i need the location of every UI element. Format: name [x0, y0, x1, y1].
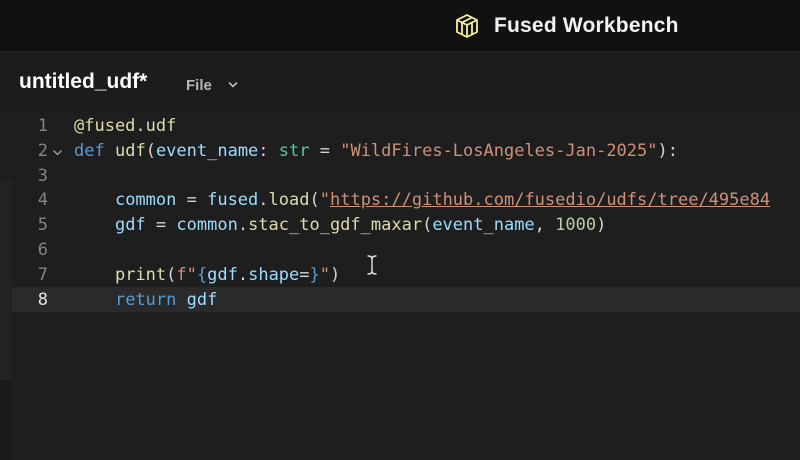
line-number: 4: [37, 190, 48, 211]
code-token: event_name: [155, 140, 259, 161]
line-number: 5: [37, 215, 48, 236]
code-token: udf: [114, 140, 146, 161]
code-token: str: [278, 140, 310, 161]
fused-logo-icon: [456, 14, 478, 38]
code-token: fused: [207, 190, 259, 211]
app-title: Fused Workbench: [494, 14, 679, 37]
line-number: 2: [37, 140, 48, 161]
code-token: gdf: [114, 215, 146, 236]
code-token: ": [319, 264, 331, 285]
code-line[interactable]: 2 def udf(event_name: str = "WildFires-Lo…: [0, 139, 800, 164]
line-number: 3: [37, 165, 48, 186]
code-token[interactable]: https://github.com/fusedio/udfs/tree/495…: [330, 190, 770, 210]
code-token: gdf: [186, 289, 218, 310]
code-token: .: [258, 190, 269, 211]
code-text: gdf = common.stac_to_gdf_maxar(event_nam…: [74, 213, 606, 238]
chevron-down-icon: [228, 82, 238, 88]
code-token: gdf: [207, 264, 238, 285]
line-number: 7: [37, 264, 48, 285]
code-token: "WildFires-LosAngeles-Jan-2025": [340, 140, 658, 161]
code-token: stac_to_gdf_maxar: [248, 215, 423, 236]
brand[interactable]: Fused Workbench: [454, 12, 679, 40]
code-token: ,: [534, 215, 556, 236]
code-token: shape: [248, 264, 300, 285]
code-token: print: [114, 264, 167, 285]
code-token: .: [237, 215, 249, 236]
code-line[interactable]: 7 print(f"{gdf.shape=}"): [0, 263, 800, 288]
file-menu-button[interactable]: File: [186, 75, 238, 95]
code-line[interactable]: 5 gdf = common.stac_to_gdf_maxar(event_n…: [0, 213, 800, 238]
code-token: =: [145, 215, 177, 236]
code-line[interactable]: 1 @fused.udf: [0, 114, 800, 139]
line-number: 1: [37, 116, 48, 136]
code-token: @fused.udf: [74, 116, 177, 136]
code-token: common: [176, 215, 238, 236]
code-line[interactable]: 4 common = fused.load("https://github.co…: [0, 188, 800, 213]
code-token: ):: [657, 140, 678, 161]
code-token: :: [258, 140, 279, 161]
code-token: return: [114, 289, 177, 310]
code-token: =: [176, 190, 208, 211]
code-token: (: [166, 264, 177, 285]
code-token: =: [299, 264, 310, 285]
file-menu-label: File: [186, 76, 212, 94]
code-token: ": [319, 190, 330, 211]
tab-bar: untitled_udf* File: [0, 52, 800, 110]
code-token: =: [309, 140, 341, 161]
code-line[interactable]: 8 return gdf: [0, 288, 800, 313]
code-token: ): [596, 215, 607, 236]
line-number: 8: [37, 289, 48, 310]
fold-chevron-icon[interactable]: [52, 149, 63, 156]
code-text: @fused.udf: [74, 114, 176, 139]
code-text: print(f"{gdf.shape=}"): [74, 263, 340, 288]
code-editor[interactable]: 1 @fused.udf 2 def udf(event_name: str = "W…: [0, 110, 800, 460]
code-token: ): [330, 264, 341, 285]
code-token: (: [422, 215, 433, 236]
fused-workbench-app: Fused Workbench untitled_udf* File 1 @fus…: [0, 0, 800, 460]
app-header: Fused Workbench: [0, 0, 800, 52]
code-token: }: [309, 264, 320, 285]
code-line[interactable]: 3: [0, 164, 800, 189]
code-text: def udf(event_name: str = "WildFires-Los…: [74, 139, 678, 164]
udf-tab-title[interactable]: untitled_udf*: [19, 70, 147, 94]
code-token: (: [309, 190, 320, 211]
code-token: (: [145, 140, 156, 161]
code-token: common: [114, 190, 177, 211]
text-cursor-icon: [367, 255, 377, 275]
code-text: return gdf: [74, 288, 217, 313]
code-text: common = fused.load("https://github.com/…: [74, 188, 770, 213]
line-number: 6: [37, 240, 48, 260]
code-token: {: [196, 264, 208, 285]
code-token: load: [268, 190, 310, 211]
code-token: f": [176, 264, 197, 285]
code-token: 1000: [555, 215, 597, 236]
code-token: event_name: [432, 215, 535, 236]
code-line[interactable]: 6: [0, 238, 800, 263]
code-token: def: [74, 140, 105, 161]
code-token: .: [237, 264, 249, 285]
editor-gutter-strip-lower: [0, 380, 12, 460]
